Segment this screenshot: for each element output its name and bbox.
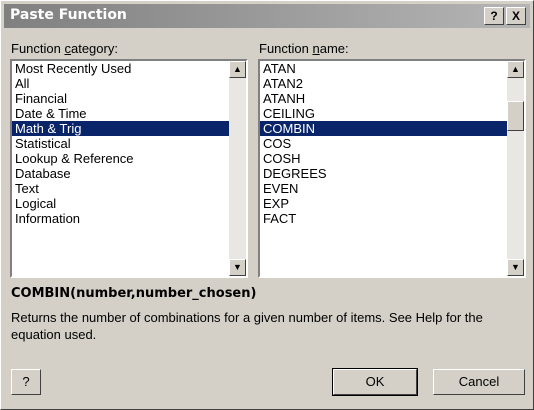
- function-syntax: COMBIN(number,number_chosen): [11, 286, 257, 301]
- help-icon: ?: [22, 374, 30, 389]
- function-item[interactable]: ATANH: [260, 91, 507, 106]
- scroll-down-icon[interactable]: ▼: [229, 259, 246, 276]
- function-listbox[interactable]: ATAN ATAN2 ATANH CEILING COMBIN COS COSH DEGREE…: [258, 59, 526, 278]
- function-item[interactable]: DEGREES: [260, 166, 507, 181]
- category-item[interactable]: Statistical: [12, 136, 229, 151]
- function-item[interactable]: CEILING: [260, 106, 507, 121]
- help-title-button[interactable]: ?: [484, 7, 504, 25]
- category-item[interactable]: Database: [12, 166, 229, 181]
- category-item[interactable]: Math & Trig: [12, 121, 229, 136]
- title-bar[interactable]: Paste Function ? X: [4, 4, 530, 28]
- function-item[interactable]: ATAN: [260, 61, 507, 76]
- scroll-up-icon[interactable]: ▲: [229, 61, 246, 78]
- category-items: Most Recently Used All Financial Date & Tim…: [12, 61, 229, 226]
- function-item[interactable]: FACT: [260, 211, 507, 226]
- help-button[interactable]: ?: [11, 369, 41, 395]
- cancel-button[interactable]: Cancel: [433, 369, 525, 395]
- category-item[interactable]: Financial: [12, 91, 229, 106]
- category-item[interactable]: Information: [12, 211, 229, 226]
- window-title: Paste Function: [10, 7, 127, 23]
- function-scrollbar[interactable]: ▲ ▼: [507, 61, 524, 276]
- category-item[interactable]: All: [12, 76, 229, 91]
- category-item[interactable]: Lookup & Reference: [12, 151, 229, 166]
- function-item[interactable]: EVEN: [260, 181, 507, 196]
- category-scrollbar[interactable]: ▲ ▼: [229, 61, 246, 276]
- category-item[interactable]: Date & Time: [12, 106, 229, 121]
- function-name-label: Function name:: [259, 41, 349, 56]
- function-description: Returns the number of combinations for a…: [11, 310, 483, 342]
- scroll-down-icon[interactable]: ▼: [507, 259, 524, 276]
- paste-function-dialog: Paste Function ? X Function category: Fu…: [0, 0, 534, 410]
- scroll-up-icon[interactable]: ▲: [507, 61, 524, 78]
- function-item[interactable]: COSH: [260, 151, 507, 166]
- category-listbox[interactable]: Most Recently Used All Financial Date & Tim…: [10, 59, 248, 278]
- category-item[interactable]: Most Recently Used: [12, 61, 229, 76]
- function-category-label: Function category:: [11, 41, 118, 56]
- close-button[interactable]: X: [506, 7, 526, 25]
- function-item[interactable]: ATAN2: [260, 76, 507, 91]
- function-item[interactable]: COS: [260, 136, 507, 151]
- function-items: ATAN ATAN2 ATANH CEILING COMBIN COS COSH DEGREE…: [260, 61, 507, 226]
- ok-button[interactable]: OK: [332, 368, 418, 396]
- scroll-thumb[interactable]: [507, 101, 524, 131]
- function-item[interactable]: EXP: [260, 196, 507, 211]
- category-item[interactable]: Logical: [12, 196, 229, 211]
- category-item[interactable]: Text: [12, 181, 229, 196]
- function-item[interactable]: COMBIN: [260, 121, 507, 136]
